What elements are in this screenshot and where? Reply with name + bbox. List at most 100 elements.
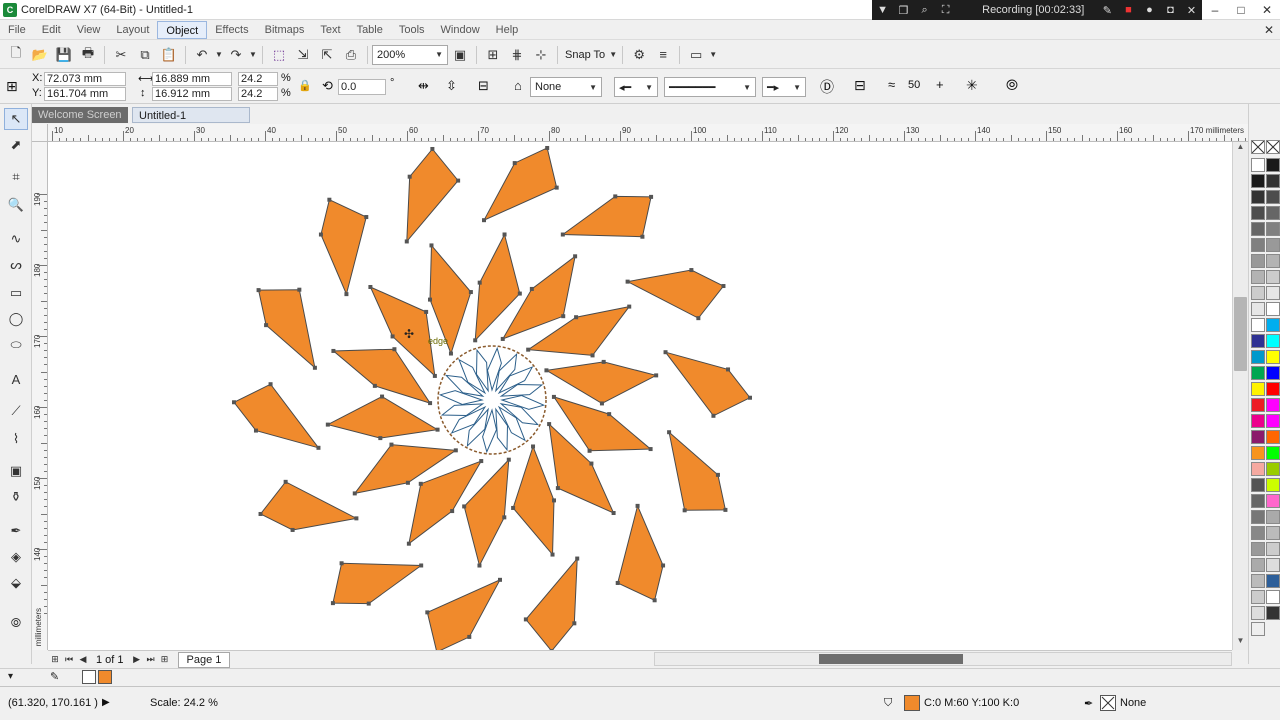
node-handle[interactable] [611, 511, 616, 516]
node-handle[interactable] [721, 284, 726, 289]
petal-outer[interactable] [259, 481, 358, 531]
close-curve-icon[interactable]: Ⓓ [820, 77, 834, 97]
palette-swatch[interactable] [1251, 206, 1265, 220]
node-handle[interactable] [389, 442, 394, 447]
menu-text[interactable]: Text [312, 21, 348, 39]
petal-outer[interactable] [320, 198, 367, 296]
width-field[interactable]: 16.889 mm [152, 72, 232, 86]
node-handle[interactable] [554, 185, 559, 190]
polygon-tool-icon[interactable]: ⬭ [4, 334, 28, 356]
node-handle[interactable] [561, 314, 566, 319]
palette-swatch[interactable] [1266, 302, 1280, 316]
smoothing-plus-icon[interactable]: + [936, 77, 944, 92]
connector-tool-icon[interactable]: ⌇ [4, 428, 28, 450]
node-handle[interactable] [589, 461, 594, 466]
palette-swatch[interactable] [1266, 318, 1280, 332]
node-handle[interactable] [344, 292, 349, 297]
node-handle[interactable] [419, 563, 424, 568]
palette-swatch[interactable] [1251, 622, 1265, 636]
shape-tool-icon[interactable]: ⬈ [4, 134, 28, 156]
search-content-icon[interactable]: ⬚ [267, 44, 291, 66]
text-tool-icon[interactable]: A [4, 368, 28, 390]
node-handle[interactable] [547, 422, 552, 427]
node-handle[interactable] [682, 508, 687, 513]
text-wrap-icon[interactable]: ⊟ [854, 77, 866, 94]
node-handle[interactable] [502, 232, 507, 237]
y-position-field[interactable]: 161.704 mm [44, 87, 126, 101]
palette-swatch[interactable] [1266, 398, 1280, 412]
node-handle[interactable] [560, 232, 565, 237]
palette-swatch[interactable] [1251, 462, 1265, 476]
palette-swatch[interactable] [1251, 254, 1265, 268]
palette-swatch[interactable] [1251, 286, 1265, 300]
node-handle[interactable] [575, 556, 580, 561]
node-handle[interactable] [663, 350, 668, 355]
palette-swatch[interactable] [1251, 158, 1265, 172]
node-handle[interactable] [500, 336, 505, 341]
lock-ratio-icon[interactable]: 🔒 [298, 79, 312, 92]
palette-swatch[interactable] [1266, 478, 1280, 492]
palette-swatch[interactable] [1251, 574, 1265, 588]
palette-swatch[interactable] [1251, 238, 1265, 252]
node-handle[interactable] [331, 348, 336, 353]
artwork[interactable]: edge ✣ [48, 142, 1232, 650]
palette-swatch[interactable] [1251, 334, 1265, 348]
node-handle[interactable] [648, 447, 653, 452]
redo-icon[interactable]: ↷ [224, 44, 248, 66]
vertical-ruler[interactable]: millimeters 190 180 170 160 150 140 [32, 142, 48, 650]
palette-swatch[interactable] [1266, 334, 1280, 348]
palette-swatch[interactable] [1251, 382, 1265, 396]
horizontal-scroll-thumb[interactable] [819, 654, 963, 664]
petal-outer[interactable] [525, 557, 578, 650]
palette-swatch[interactable] [1266, 206, 1280, 220]
page-tab[interactable]: Page 1 [177, 651, 231, 668]
quick-customize-icon[interactable]: ⦾ [1006, 77, 1018, 94]
x-position-field[interactable]: 72.073 mm [44, 72, 126, 86]
node-handle[interactable] [506, 457, 511, 462]
application-launcher-icon[interactable]: ≡ [651, 44, 675, 66]
petal-outer[interactable] [406, 148, 459, 243]
menu-view[interactable]: View [69, 21, 109, 39]
node-handle[interactable] [448, 351, 453, 356]
eyedropper-icon[interactable]: ✒ [4, 520, 28, 542]
palette-swatch[interactable] [1266, 526, 1280, 540]
palette-swatch[interactable] [1266, 510, 1280, 524]
node-handle[interactable] [649, 194, 654, 199]
petal-inner[interactable] [544, 361, 658, 405]
cut-icon[interactable]: ✂ [109, 44, 133, 66]
node-handle[interactable] [268, 382, 273, 387]
node-handle[interactable] [312, 365, 317, 370]
node-handle[interactable] [467, 634, 472, 639]
new-icon[interactable]: 🗋 [4, 44, 28, 66]
node-handle[interactable] [264, 323, 269, 328]
customize-toolbox-icon[interactable]: ⦾ [4, 612, 28, 634]
palette-swatch[interactable] [1251, 510, 1265, 524]
node-handle[interactable] [544, 368, 549, 373]
petal-outer[interactable] [332, 562, 423, 605]
palette-swatch[interactable] [1251, 190, 1265, 204]
interactive-fill-icon[interactable]: ◈ [4, 546, 28, 568]
close-recording-icon[interactable]: ✕ [1181, 4, 1202, 17]
smart-fill-icon[interactable]: ⬙ [4, 572, 28, 594]
ellipse-tool-icon[interactable]: ◯ [4, 308, 28, 330]
show-rulers-icon[interactable]: ⊞ [481, 44, 505, 66]
save-icon[interactable]: 💾 [52, 44, 76, 66]
node-handle[interactable] [587, 448, 592, 453]
show-guidelines-icon[interactable]: ⊹ [529, 44, 553, 66]
menu-effects[interactable]: Effects [207, 21, 256, 39]
crop-tool-icon[interactable]: ⌗ [4, 166, 28, 188]
node-handle[interactable] [613, 194, 618, 199]
node-handle[interactable] [473, 338, 478, 343]
node-handle[interactable] [574, 315, 579, 320]
line-style-select[interactable]: ━━━━━━━ ▼ [664, 77, 756, 97]
node-handle[interactable] [590, 353, 595, 358]
no-color-swatch[interactable] [1266, 140, 1280, 154]
palette-swatch[interactable] [1251, 302, 1265, 316]
node-handle[interactable] [406, 541, 411, 546]
add-page-icon[interactable]: ⊞ [48, 654, 62, 665]
node-handle[interactable] [428, 401, 433, 406]
palette-swatch[interactable] [1251, 446, 1265, 460]
pen-icon[interactable]: ✎ [1097, 4, 1118, 17]
petal-outer[interactable] [257, 289, 316, 370]
undo-dropdown-icon[interactable]: ▼ [214, 44, 224, 66]
